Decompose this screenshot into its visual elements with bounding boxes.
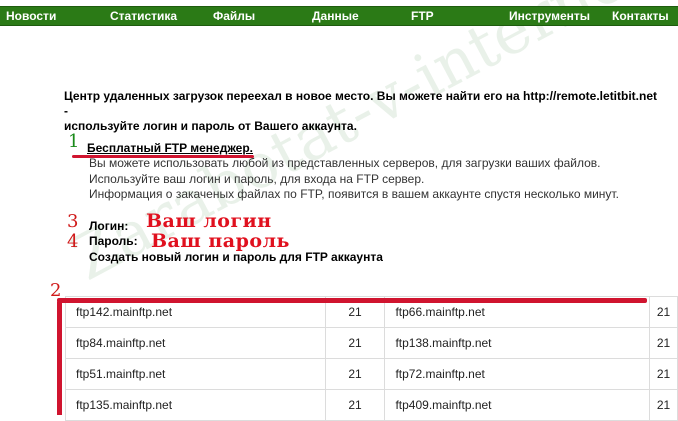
server-port: 21 xyxy=(324,358,386,390)
server-host: ftp72.mainftp.net xyxy=(384,358,651,390)
desc-line-3: Информация о закаченых файлах по FTP, по… xyxy=(89,187,619,201)
server-port: 21 xyxy=(649,296,678,328)
server-port: 21 xyxy=(324,327,386,359)
server-port: 21 xyxy=(649,358,678,390)
table-row: ftp51.mainftp.net 21 ftp72.mainftp.net 2… xyxy=(65,358,678,390)
server-host: ftp409.mainftp.net xyxy=(384,389,651,421)
server-host: ftp84.mainftp.net xyxy=(65,327,326,359)
server-host: ftp51.mainftp.net xyxy=(65,358,326,390)
marker-3: 3 xyxy=(67,211,79,232)
server-port: 21 xyxy=(324,389,386,421)
marker-1: 1 xyxy=(68,131,80,152)
login-label: Логин: xyxy=(89,219,129,233)
nav-tools[interactable]: Инструменты xyxy=(509,9,590,23)
top-navigation: Новости Статистика Файлы Данные FTP Инст… xyxy=(0,6,678,26)
desc-line-1: Вы можете использовать любой из представ… xyxy=(89,156,601,170)
table-row: ftp135.mainftp.net 21 ftp409.mainftp.net… xyxy=(65,389,678,421)
marker-4: 4 xyxy=(67,231,79,252)
nav-contacts[interactable]: Контакты xyxy=(612,9,669,23)
ftp-server-table: ftp142.mainftp.net 21 ftp66.mainftp.net … xyxy=(65,296,678,421)
nav-news[interactable]: Новости xyxy=(6,9,56,23)
login-value[interactable]: Ваш логин xyxy=(146,210,272,232)
nav-ftp[interactable]: FTP xyxy=(411,9,434,23)
password-label: Пароль: xyxy=(89,234,138,248)
password-value[interactable]: Ваш пароль xyxy=(151,230,290,252)
nav-data[interactable]: Данные xyxy=(312,9,359,23)
table-row: ftp84.mainftp.net 21 ftp138.mainftp.net … xyxy=(65,327,678,359)
moved-notice: Центр удаленных загрузок переехал в ново… xyxy=(64,89,664,134)
table-annotation-left-line xyxy=(57,302,62,415)
table-annotation-top-line xyxy=(57,298,647,303)
create-ftp-account-link[interactable]: Создать новый логин и пароль для FTP акк… xyxy=(89,250,383,264)
nav-files[interactable]: Файлы xyxy=(213,9,255,23)
notice-line-1: Центр удаленных загрузок переехал в ново… xyxy=(64,89,658,118)
section-title: Бесплатный FTP менеджер. xyxy=(87,141,254,155)
nav-statistics[interactable]: Статистика xyxy=(110,9,177,23)
server-host: ftp138.mainftp.net xyxy=(384,327,651,359)
desc-line-2: Используйте ваш логин и пароль, для вход… xyxy=(89,171,425,186)
server-port: 21 xyxy=(649,327,678,359)
section-description: Вы можете использовать любой из представ… xyxy=(89,156,669,203)
server-port: 21 xyxy=(649,389,678,421)
server-host: ftp135.mainftp.net xyxy=(65,389,326,421)
notice-line-2: используйте логин и пароль от Вашего акк… xyxy=(64,119,357,133)
